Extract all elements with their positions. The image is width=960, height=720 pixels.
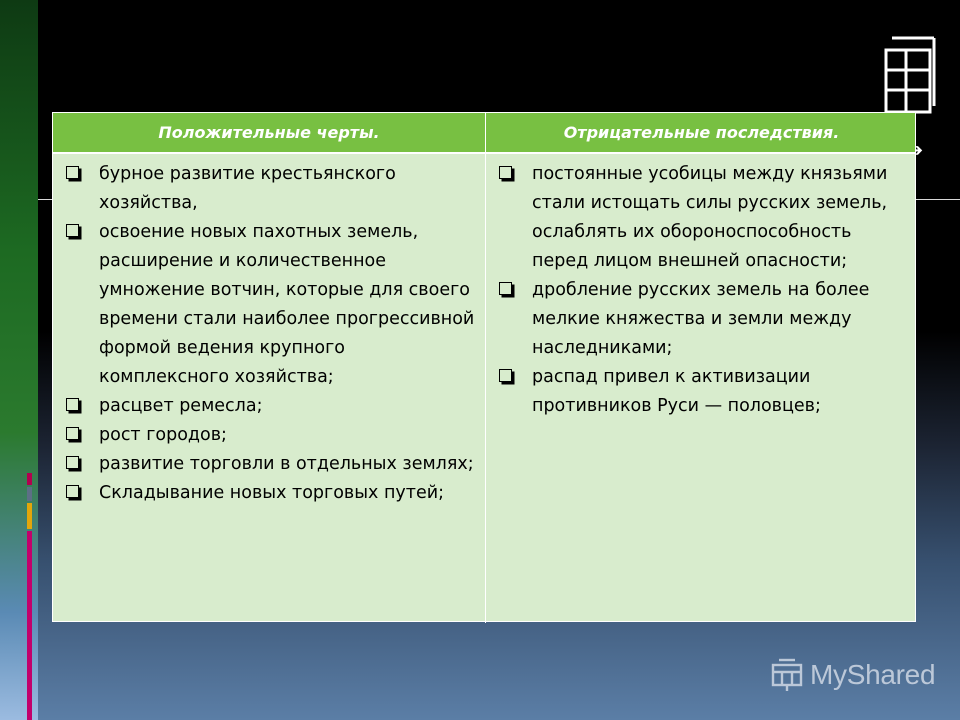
checkbox-bullet-icon bbox=[499, 369, 512, 382]
myshared-logo: MyShared bbox=[768, 655, 936, 695]
checkbox-bullet-icon bbox=[66, 485, 79, 498]
column-header-negative: Отрицательные последствия. bbox=[485, 113, 917, 152]
presentation-board-icon bbox=[771, 658, 803, 691]
list-item-text: распад привел к активизации противников … bbox=[532, 367, 821, 416]
checkbox-bullet-icon bbox=[66, 224, 79, 237]
accent-bar bbox=[27, 531, 32, 720]
list-item-text: бурное развитие крестьянского хозяйства, bbox=[99, 164, 396, 213]
list-item: расцвет ремесла; bbox=[65, 392, 479, 421]
list-item-text: расцвет ремесла; bbox=[99, 396, 263, 416]
list-item: Складывание новых торговых путей; bbox=[65, 479, 479, 508]
checkbox-bullet-icon bbox=[66, 427, 79, 440]
accent-bar bbox=[27, 487, 32, 501]
list-item-text: освоение новых пахотных земель, расширен… bbox=[99, 222, 475, 387]
list-item-text: дробление русских земель на более мелкие… bbox=[532, 280, 870, 358]
positive-list: бурное развитие крестьянского хозяйства,… bbox=[65, 160, 479, 508]
checkbox-bullet-icon bbox=[499, 166, 512, 179]
accent-bar bbox=[27, 473, 32, 485]
list-item: бурное развитие крестьянского хозяйства, bbox=[65, 160, 479, 218]
table-header-row: Положительные черты. Отрицательные после… bbox=[53, 113, 915, 154]
list-item-text: рост городов; bbox=[99, 425, 227, 445]
accent-bar bbox=[27, 503, 32, 529]
checkbox-bullet-icon bbox=[66, 398, 79, 411]
checkbox-bullet-icon bbox=[66, 166, 79, 179]
negative-list: постоянные усобицы между князьями стали … bbox=[498, 160, 911, 421]
list-item: рост городов; bbox=[65, 421, 479, 450]
list-item: дробление русских земель на более мелкие… bbox=[498, 276, 911, 363]
list-item: развитие торговли в отдельных землях; bbox=[65, 450, 479, 479]
column-header-positive: Положительные черты. bbox=[158, 123, 380, 142]
list-item-text: постоянные усобицы между князьями стали … bbox=[532, 164, 888, 271]
table-body-row: бурное развитие крестьянского хозяйства,… bbox=[53, 154, 915, 623]
list-item: распад привел к активизации противников … bbox=[498, 363, 911, 421]
checkbox-bullet-icon bbox=[66, 456, 79, 469]
list-item-text: развитие торговли в отдельных землях; bbox=[99, 454, 474, 474]
comparison-table: Положительные черты. Отрицательные после… bbox=[52, 112, 916, 623]
negative-cell: постоянные усобицы между князьями стали … bbox=[485, 154, 917, 623]
checkbox-bullet-icon bbox=[499, 282, 512, 295]
left-decor-strip bbox=[0, 0, 38, 720]
list-item: освоение новых пахотных земель, расширен… bbox=[65, 218, 479, 392]
list-item: постоянные усобицы между князьями стали … bbox=[498, 160, 911, 276]
window-frame-icon bbox=[884, 36, 936, 114]
logo-text: MyShared bbox=[810, 659, 936, 690]
list-item-text: Складывание новых торговых путей; bbox=[99, 483, 444, 503]
positive-cell: бурное развитие крестьянского хозяйства,… bbox=[53, 154, 485, 623]
